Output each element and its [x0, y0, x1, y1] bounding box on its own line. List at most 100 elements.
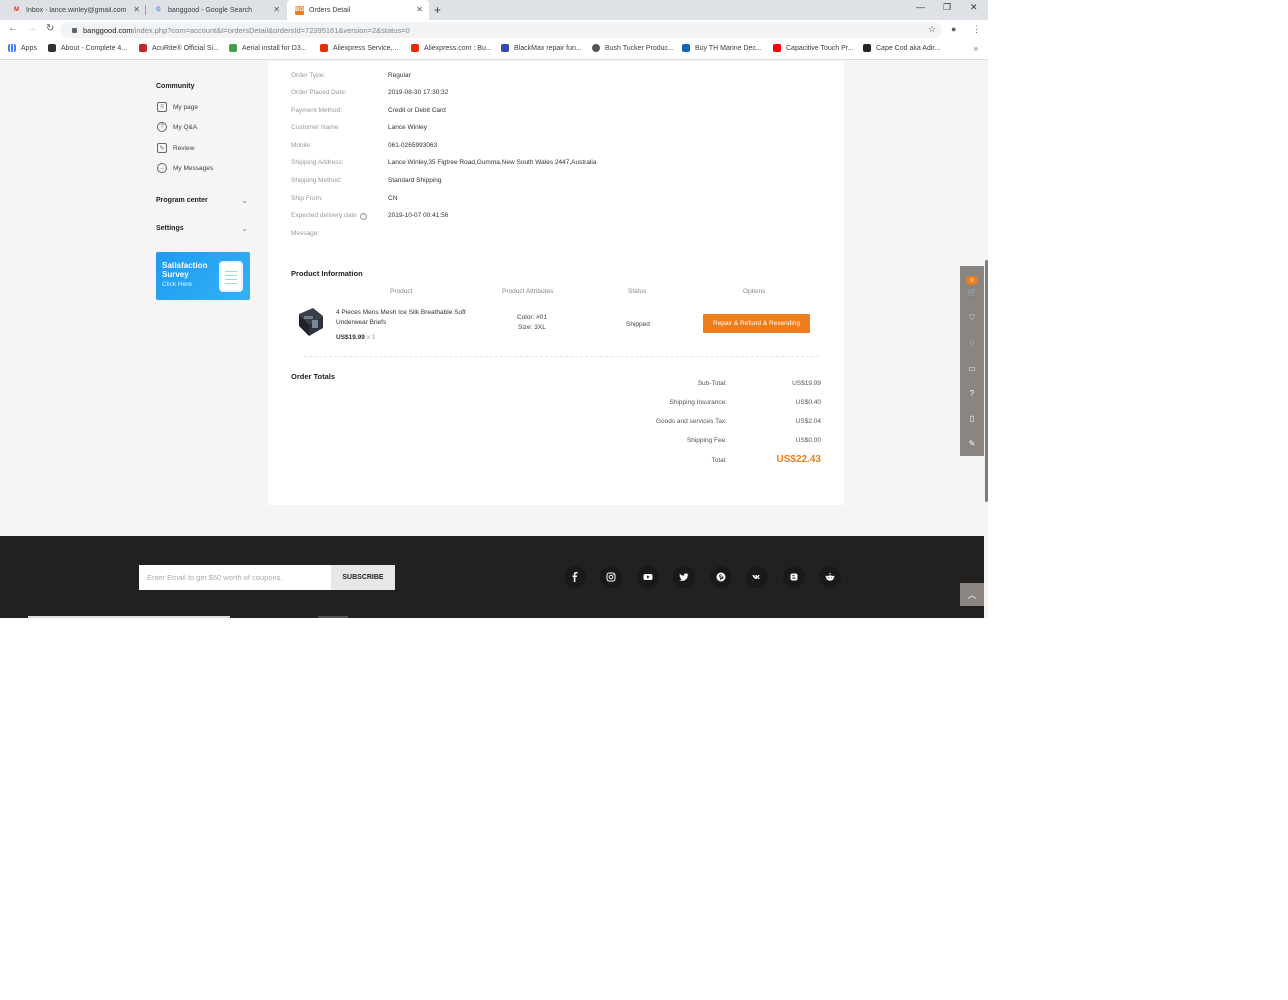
gst-label: Goods and services Tax: [655, 418, 727, 425]
browser-toolbar: ← → ↻ banggood.com/index.php?com=account… [0, 20, 988, 40]
forward-icon[interactable]: → [27, 23, 37, 34]
reddit-icon[interactable] [819, 566, 841, 588]
close-tab-icon[interactable]: ✕ [273, 5, 280, 14]
product-color: Color: #01 [517, 314, 547, 321]
repair-refund-resending-button[interactable]: Repair & Refund & Resending [703, 314, 810, 333]
shipping-address-value: Lance Winley,35 Figtree Road,Gumma,New S… [388, 159, 597, 166]
page-scrollbar[interactable] [985, 260, 988, 502]
close-tab-icon[interactable]: ✕ [416, 5, 423, 14]
bookmark-item[interactable]: Cape Cod aka Adir... [863, 44, 940, 52]
sidebar-item-label: My Messages [173, 164, 214, 172]
shipping-method-value: Standard Shipping [388, 177, 442, 184]
site-footer: SUBSCRIBE [0, 536, 984, 618]
close-window-icon[interactable]: ✕ [970, 2, 978, 13]
youtube-icon[interactable] [637, 566, 659, 588]
expected-delivery-value: 2019-10-07 00:41:56 [388, 212, 449, 219]
vk-icon[interactable] [746, 566, 768, 588]
site-icon [229, 44, 237, 52]
review-icon: ✎ [157, 143, 167, 153]
bookmarks-bar: Apps About - Complete 4... AcuRite® Offi… [0, 40, 988, 60]
product-name-link[interactable]: 4 Pieces Mens Mesh Ice Silk Breathable S… [336, 308, 476, 328]
bookmark-item[interactable]: AcuRite® Official Si... [139, 44, 219, 52]
order-type-value: Regular [388, 72, 411, 79]
mobile-label: Mobile: [291, 142, 312, 149]
bookmark-item[interactable]: About - Complete 4... [48, 44, 127, 52]
bookmark-item[interactable]: BlackMax repair fun... [501, 44, 582, 52]
bookmark-item[interactable]: Bush Tucker Produc... [592, 44, 674, 52]
help-icon[interactable]: ? [966, 387, 978, 399]
facebook-icon[interactable] [564, 566, 586, 588]
heart-icon[interactable]: ♡ [966, 311, 978, 323]
tab-google[interactable]: G banggood - Google Search ✕ [146, 0, 286, 20]
shipping-fee-value: US$0.00 [795, 437, 821, 444]
tab-title: Inbox - lance.winley@gmail.com [26, 6, 126, 14]
restore-icon[interactable]: ❐ [943, 2, 951, 13]
twitter-icon[interactable] [673, 566, 695, 588]
sidebar-item-my-messages[interactable]: … My Messages [157, 163, 213, 173]
tab-gmail[interactable]: M Inbox - lance.winley@gmail.com ✕ [4, 0, 146, 20]
sidebar-item-my-qa[interactable]: ? My Q&A [157, 122, 197, 132]
profile-icon[interactable]: ● [951, 24, 956, 34]
column-header-options: Options [743, 288, 766, 295]
help-icon[interactable]: ? [359, 213, 367, 220]
sidebar-item-my-page[interactable]: ≡ My page [157, 102, 198, 112]
bookmark-label: Apps [21, 44, 37, 52]
chat-icon[interactable]: ◌ [966, 336, 978, 348]
site-icon [48, 44, 56, 52]
column-header-attributes: Product Attributes [502, 288, 554, 295]
cart-icon[interactable]: 🛒 [966, 286, 978, 298]
sidebar-item-review[interactable]: ✎ Review [157, 143, 194, 153]
pinterest-icon[interactable] [710, 566, 732, 588]
bookmark-item[interactable]: Capacitive Touch Pr... [773, 44, 854, 52]
program-center-toggle[interactable]: Program center [156, 197, 208, 204]
aliexpress-icon [411, 44, 419, 52]
bookmark-item[interactable]: Buy TH Marine Dec... [682, 44, 762, 52]
bookmark-label: Bush Tucker Produc... [605, 44, 674, 52]
new-tab-icon[interactable]: + [434, 3, 441, 17]
chevron-down-icon[interactable]: ⌄ [241, 224, 248, 233]
address-bar[interactable]: banggood.com/index.php?com=account&t=ord… [60, 22, 942, 38]
subscribe-button[interactable]: SUBSCRIBE [331, 565, 395, 590]
google-icon: G [156, 7, 161, 13]
coupon-icon[interactable]: ▭ [966, 362, 978, 374]
youtube-icon [773, 44, 781, 52]
bookmark-apps[interactable]: Apps [8, 44, 37, 52]
shipping-fee-label: Shipping Fee: [686, 437, 727, 444]
chevron-down-icon[interactable]: ⌄ [241, 196, 248, 205]
page-content: Community ≡ My page ? My Q&A ✎ Review … My M… [0, 61, 988, 618]
close-tab-icon[interactable]: ✕ [133, 5, 140, 14]
footer-strip [318, 616, 348, 618]
mobile-app-icon[interactable]: ▯ [966, 412, 978, 424]
tab-orders-detail[interactable]: BG Orders Detail ✕ [287, 0, 429, 20]
feedback-icon[interactable]: ✎ [966, 437, 978, 449]
tab-title: Orders Detail [309, 6, 351, 14]
banggood-icon: BG [295, 5, 304, 15]
tab-strip: M Inbox - lance.winley@gmail.com ✕ G ban… [0, 0, 988, 20]
payment-method-value: Credit or Debit Card [388, 107, 446, 114]
bookmark-item[interactable]: Aliexpress Service,... [320, 44, 398, 52]
account-sidebar: Community ≡ My page ? My Q&A ✎ Review … My M… [138, 61, 266, 505]
bookmark-item[interactable]: Aliexpress.com : Bu... [411, 44, 492, 52]
satisfaction-survey-banner[interactable]: Satisfaction Survey Click Here [156, 252, 250, 300]
total-value: US$22.43 [776, 454, 821, 465]
bookmark-label: Aliexpress.com : Bu... [424, 44, 492, 52]
bookmark-item[interactable]: Aerial install for D3... [229, 44, 307, 52]
back-to-top-icon[interactable]: ︿ [960, 583, 984, 606]
reload-icon[interactable]: ↻ [46, 23, 54, 34]
blogger-icon[interactable] [783, 566, 805, 588]
order-type-label: Order Type: [291, 72, 326, 79]
tab-title: banggood - Google Search [168, 6, 253, 14]
clipboard-icon [221, 263, 241, 290]
bookmark-star-icon[interactable]: ☆ [928, 24, 936, 35]
settings-toggle[interactable]: Settings [156, 225, 184, 232]
newsletter-email-input[interactable] [139, 565, 331, 590]
minimize-icon[interactable]: — [916, 2, 925, 12]
instagram-icon[interactable] [600, 566, 622, 588]
menu-icon[interactable]: ⋮ [972, 24, 981, 35]
more-bookmarks-icon[interactable]: » [974, 44, 978, 53]
site-icon [682, 44, 690, 52]
community-heading: Community [156, 83, 195, 90]
product-thumbnail[interactable] [295, 306, 325, 338]
product-price: US$19.99 x 1 [336, 334, 375, 341]
back-icon[interactable]: ← [8, 23, 18, 34]
